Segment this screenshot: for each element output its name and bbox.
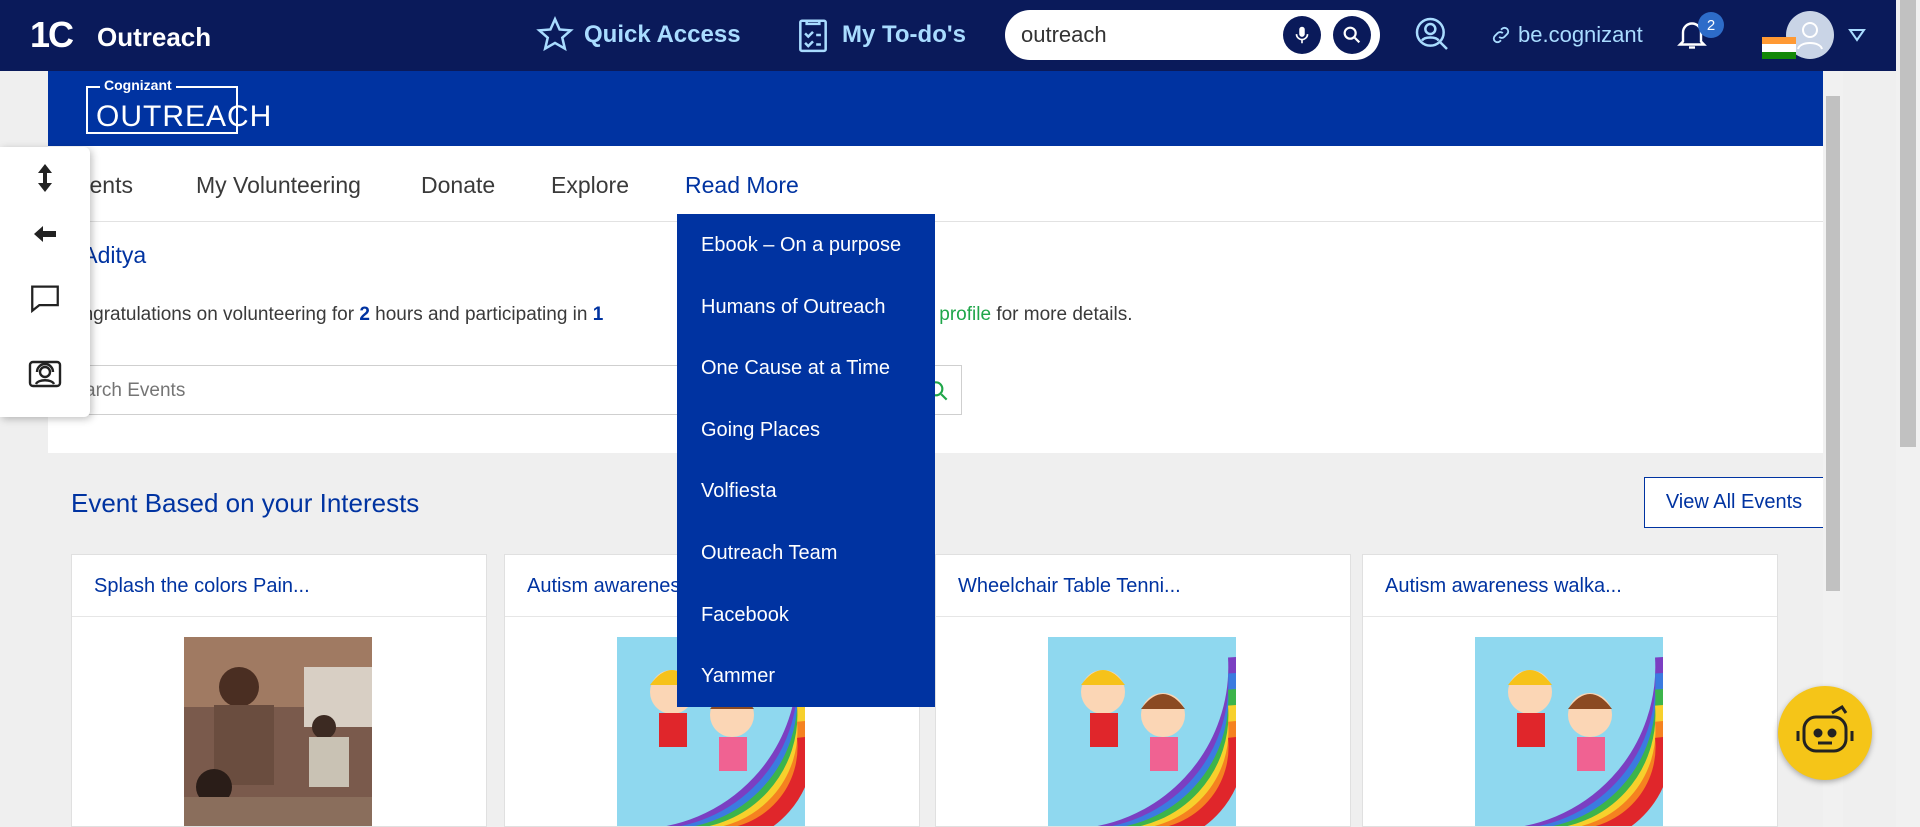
event-card[interactable]: Autism awareness walka... bbox=[1362, 554, 1778, 827]
nav-read-more[interactable]: Read More bbox=[685, 172, 799, 199]
floating-toolbar bbox=[0, 147, 90, 417]
event-card-title[interactable]: Autism awarenes bbox=[527, 575, 680, 598]
menu-item-volfiesta[interactable]: Volfiesta bbox=[701, 480, 777, 503]
quick-access-link[interactable]: Quick Access bbox=[536, 16, 741, 54]
todos-label: My To-do's bbox=[842, 21, 966, 48]
page-scrollbar-thumb[interactable] bbox=[1900, 0, 1916, 447]
logo-big-text: OUTREACH bbox=[96, 100, 273, 133]
menu-item-outreach-team[interactable]: Outreach Team bbox=[701, 542, 837, 565]
chatbot-button[interactable] bbox=[1778, 686, 1872, 780]
menu-item-one-cause[interactable]: One Cause at a Time bbox=[701, 357, 890, 380]
link-icon bbox=[1492, 26, 1510, 44]
outreach-logo[interactable]: Cognizant OUTREACH bbox=[86, 77, 271, 134]
card-divider bbox=[936, 616, 1350, 617]
nav-explore[interactable]: Explore bbox=[551, 172, 629, 199]
menu-item-ebook[interactable]: Ebook – On a purpose bbox=[701, 234, 901, 257]
be-cognizant-link[interactable]: be.cognizant bbox=[1490, 22, 1643, 48]
global-search-input[interactable] bbox=[1021, 20, 1271, 50]
caret-down-icon[interactable] bbox=[1848, 28, 1866, 47]
top-bar: 1C Outreach Quick Access My To-do's be.c… bbox=[0, 0, 1920, 71]
be-cognizant-label: be.cognizant bbox=[1518, 22, 1643, 47]
event-image-kids-rainbow[interactable] bbox=[1475, 637, 1663, 826]
voice-search-button[interactable] bbox=[1283, 16, 1321, 54]
mic-icon bbox=[1295, 26, 1309, 44]
event-search-input[interactable] bbox=[85, 378, 685, 404]
event-card-title[interactable]: Autism awareness walka... bbox=[1385, 575, 1622, 598]
app-title: Outreach bbox=[97, 22, 212, 52]
menu-item-humans-of-outreach[interactable]: Humans of Outreach bbox=[701, 296, 886, 319]
chat-icon[interactable] bbox=[26, 279, 64, 317]
app-logo[interactable]: 1C bbox=[30, 14, 74, 56]
event-card-title[interactable]: Wheelchair Table Tenni... bbox=[958, 575, 1181, 598]
events-count: 1 bbox=[592, 304, 604, 325]
global-search bbox=[1005, 10, 1380, 60]
expand-vertical-icon[interactable] bbox=[26, 159, 64, 197]
congrats-text-1: ongratulations on volunteering for bbox=[72, 304, 355, 325]
star-icon bbox=[536, 16, 574, 52]
checklist-icon bbox=[799, 19, 827, 53]
page-scrollbar[interactable] bbox=[1896, 0, 1920, 827]
arrow-left-icon[interactable] bbox=[26, 215, 64, 253]
notification-badge: 2 bbox=[1698, 12, 1724, 38]
india-flag-icon bbox=[1762, 37, 1796, 59]
nav-my-volunteering[interactable]: My Volunteering bbox=[196, 172, 361, 199]
site-header: Cognizant OUTREACH bbox=[48, 71, 1823, 146]
main-content: vents My Volunteering Donate Explore Rea… bbox=[48, 146, 1823, 453]
inner-scrollbar-thumb[interactable] bbox=[1826, 96, 1840, 591]
menu-item-facebook[interactable]: Facebook bbox=[701, 604, 789, 627]
search-icon bbox=[1343, 26, 1361, 44]
menu-item-going-places[interactable]: Going Places bbox=[701, 419, 820, 442]
quick-access-label: Quick Access bbox=[584, 21, 741, 48]
logo-small-text: Cognizant bbox=[100, 77, 176, 93]
card-divider bbox=[1363, 616, 1777, 617]
bot-icon bbox=[1796, 704, 1854, 753]
congrats-text-2: hours and participating in bbox=[375, 304, 588, 325]
search-button[interactable] bbox=[1333, 16, 1371, 54]
event-card-title[interactable]: Splash the colors Pain... bbox=[94, 575, 310, 598]
read-more-dropdown: Ebook – On a purpose Humans of Outreach … bbox=[677, 214, 935, 707]
section-title: Event Based on your Interests bbox=[71, 488, 420, 518]
nav-donate[interactable]: Donate bbox=[421, 172, 495, 199]
event-image-classroom[interactable] bbox=[184, 637, 372, 826]
event-card[interactable]: Wheelchair Table Tenni... bbox=[935, 554, 1351, 827]
todos-link[interactable]: My To-do's bbox=[794, 16, 966, 54]
event-image-kids-rainbow[interactable] bbox=[1048, 637, 1236, 826]
hours-count: 2 bbox=[359, 304, 370, 325]
card-divider bbox=[72, 616, 486, 617]
main-nav: vents My Volunteering Donate Explore Rea… bbox=[48, 146, 1823, 222]
congrats-message: ongratulations on volunteering for 2 hou… bbox=[72, 304, 1133, 326]
user-search-icon[interactable] bbox=[1412, 14, 1452, 59]
view-all-events-button[interactable]: View All Events bbox=[1644, 477, 1824, 528]
support-icon[interactable] bbox=[26, 355, 64, 393]
event-card[interactable]: Splash the colors Pain... bbox=[71, 554, 487, 827]
congrats-text-3: for more details. bbox=[996, 304, 1133, 325]
menu-item-yammer[interactable]: Yammer bbox=[701, 665, 775, 688]
